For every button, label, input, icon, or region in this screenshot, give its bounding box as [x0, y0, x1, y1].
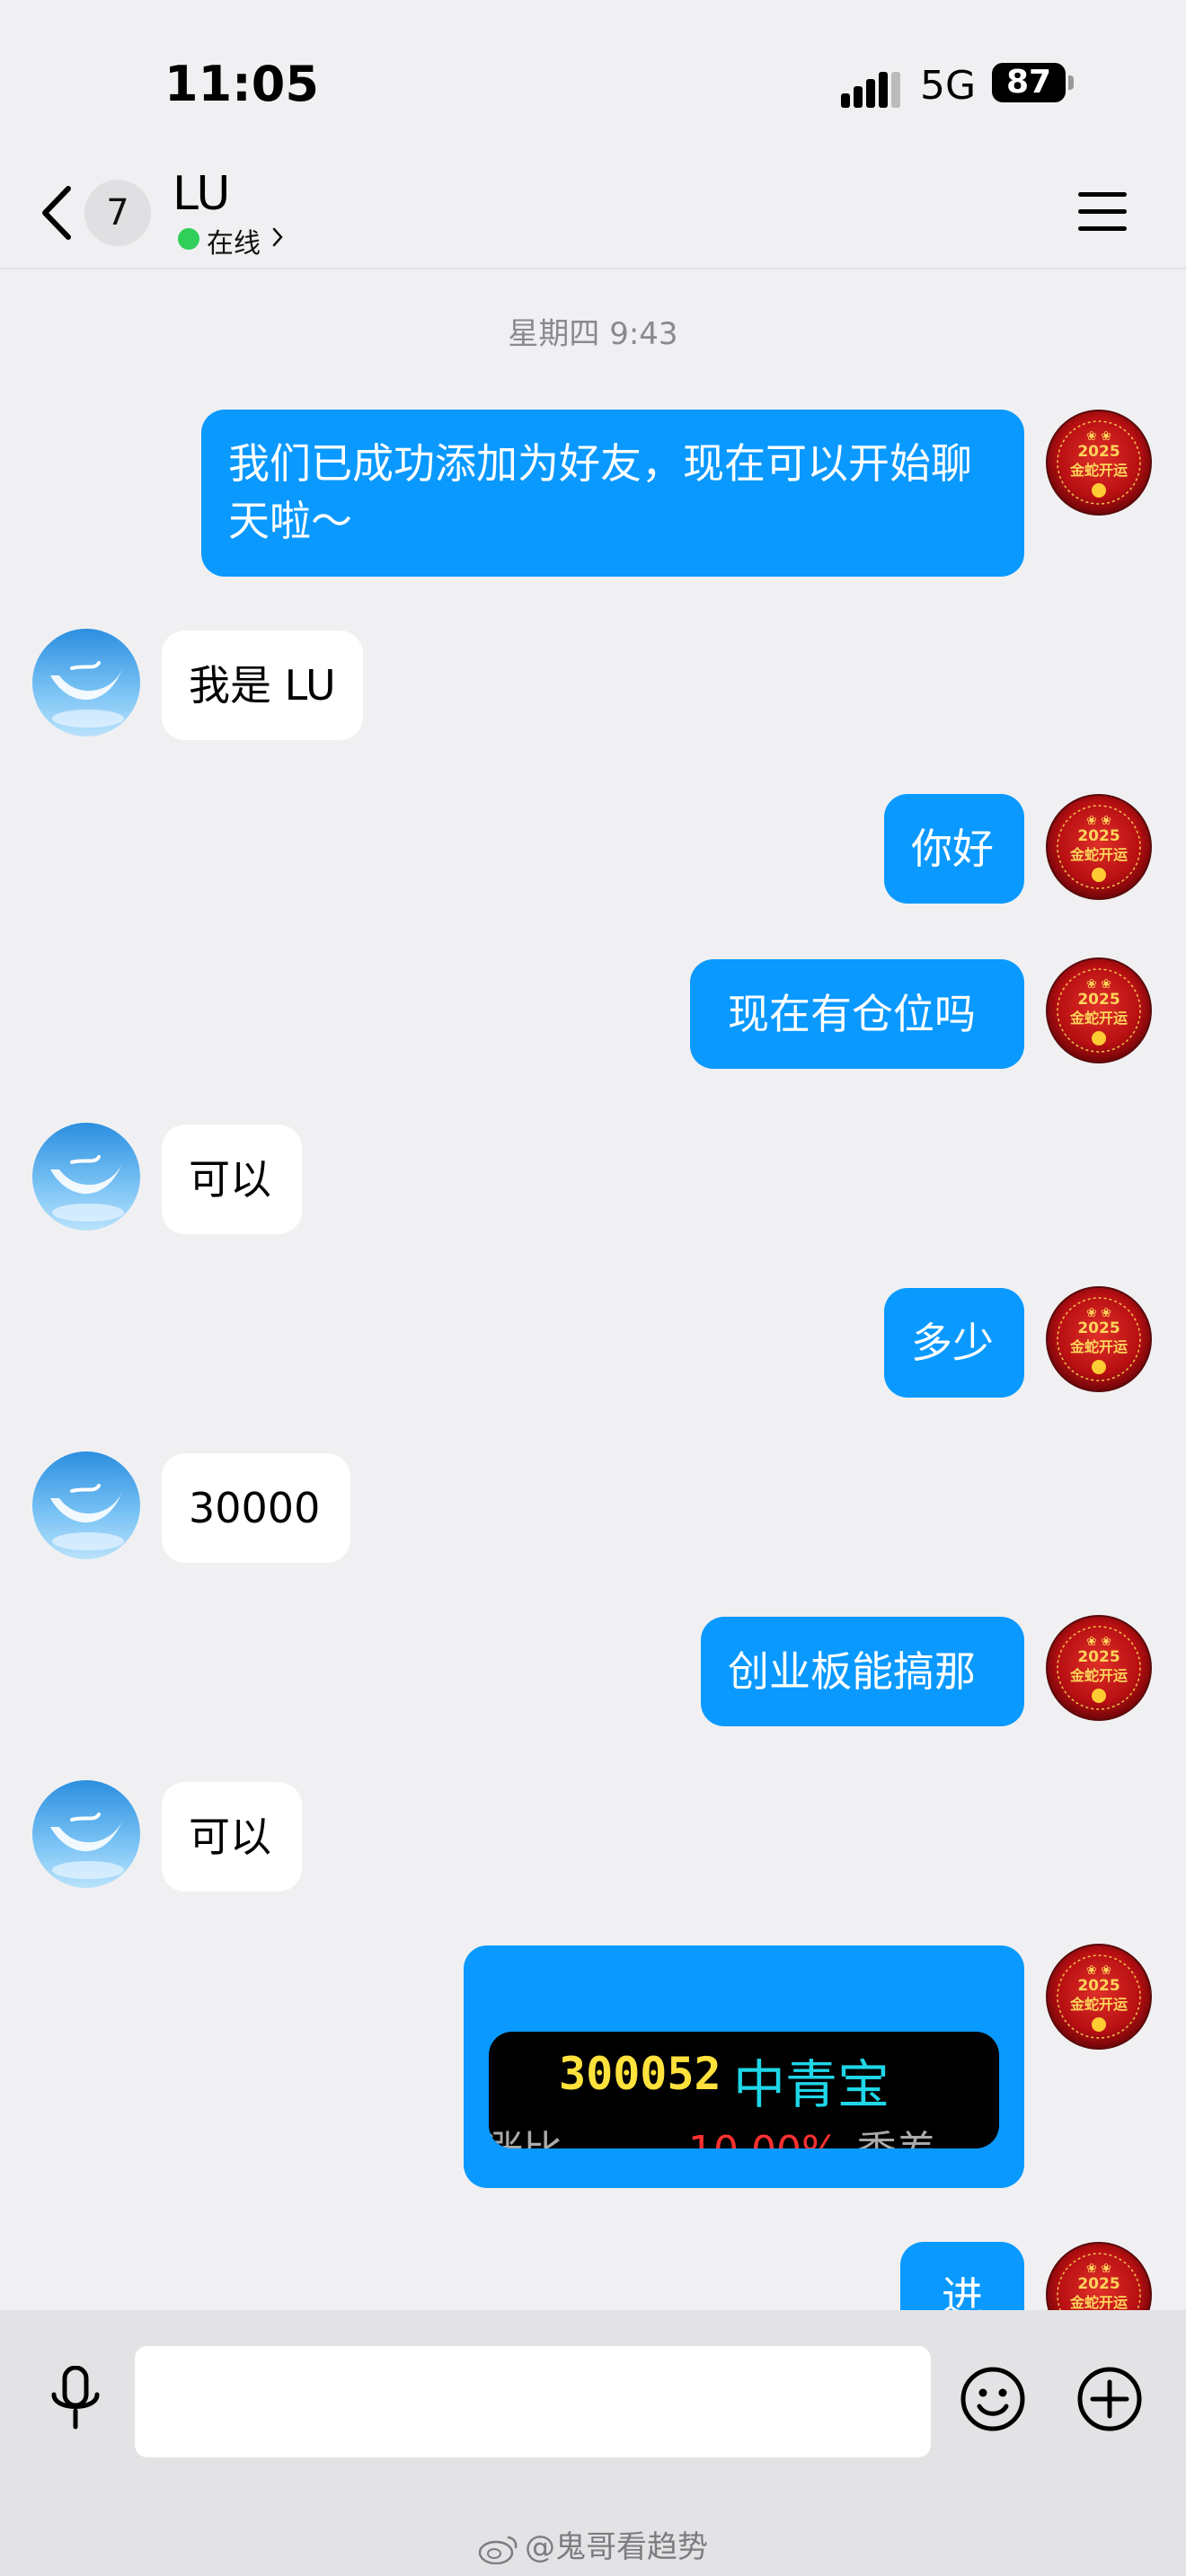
- chat-timestamp: 星期四 9:43: [508, 316, 678, 352]
- my-avatar[interactable]: [1046, 794, 1152, 900]
- online-status-dot: [178, 228, 199, 250]
- message-bubble-out[interactable]: 我们已成功添加为好友，现在可以开始聊天啦～: [201, 410, 1024, 577]
- contact-avatar[interactable]: [32, 1451, 140, 1559]
- emoji-icon[interactable]: [960, 2366, 1026, 2432]
- watermark-text: @鬼哥看趋势: [525, 2529, 708, 2565]
- my-avatar[interactable]: [1046, 1615, 1152, 1721]
- chat-header: 7 LU 在线: [0, 162, 1186, 269]
- message-bubble-in[interactable]: 可以: [162, 1125, 302, 1234]
- my-avatar[interactable]: [1046, 957, 1152, 1063]
- menu-icon[interactable]: [1076, 189, 1128, 234]
- battery-icon: 87: [992, 63, 1066, 102]
- battery-level: 87: [1005, 64, 1052, 101]
- message-bubble-out[interactable]: 你好: [884, 794, 1024, 904]
- contact-avatar[interactable]: [32, 1123, 140, 1231]
- stock-partial-row: 涨比 10.00% 委差: [489, 2118, 936, 2148]
- stock-name: 中青宝: [733, 2054, 890, 2115]
- message-bubble-in[interactable]: 30000: [162, 1453, 350, 1563]
- contact-avatar[interactable]: [32, 1780, 140, 1888]
- presence-label[interactable]: 在线: [207, 221, 261, 260]
- contact-avatar[interactable]: [32, 629, 140, 737]
- weibo-logo-icon: [478, 2536, 518, 2564]
- status-time: 11:05: [164, 56, 319, 112]
- battery-tip: [1068, 75, 1074, 90]
- stock-partial-label: 涨比: [489, 2128, 562, 2148]
- message-bubble-out[interactable]: 创业板能搞那: [701, 1617, 1024, 1726]
- watermark: @鬼哥看趋势: [0, 2522, 1186, 2566]
- message-bubble-in[interactable]: 我是 LU: [162, 631, 363, 740]
- stock-quote-image[interactable]: 300052 中青宝 涨比 10.00% 委差: [489, 2032, 999, 2148]
- input-bar: @鬼哥看趋势: [0, 2310, 1186, 2576]
- my-avatar[interactable]: [1046, 1286, 1152, 1392]
- message-bubble-in[interactable]: 可以: [162, 1782, 302, 1892]
- chevron-right-icon[interactable]: [271, 226, 284, 248]
- back-chevron-icon[interactable]: [38, 183, 74, 243]
- message-input[interactable]: [135, 2346, 931, 2457]
- add-attachment-icon[interactable]: [1076, 2366, 1143, 2432]
- my-avatar[interactable]: [1046, 410, 1152, 516]
- message-bubble-out[interactable]: 现在有仓位吗: [690, 959, 1024, 1069]
- microphone-icon[interactable]: [50, 2366, 101, 2430]
- my-avatar[interactable]: [1046, 1944, 1152, 2050]
- stock-partial-label-2: 委差: [857, 2128, 936, 2148]
- contact-name[interactable]: LU: [173, 167, 230, 221]
- message-bubble-out[interactable]: 多少: [884, 1288, 1024, 1398]
- unread-count-badge[interactable]: 7: [84, 180, 151, 246]
- cellular-signal-icon: [841, 72, 900, 108]
- network-type: 5G: [920, 63, 977, 109]
- stock-partial-value: 10.00%: [688, 2128, 839, 2148]
- stock-code: 300052: [559, 2048, 721, 2100]
